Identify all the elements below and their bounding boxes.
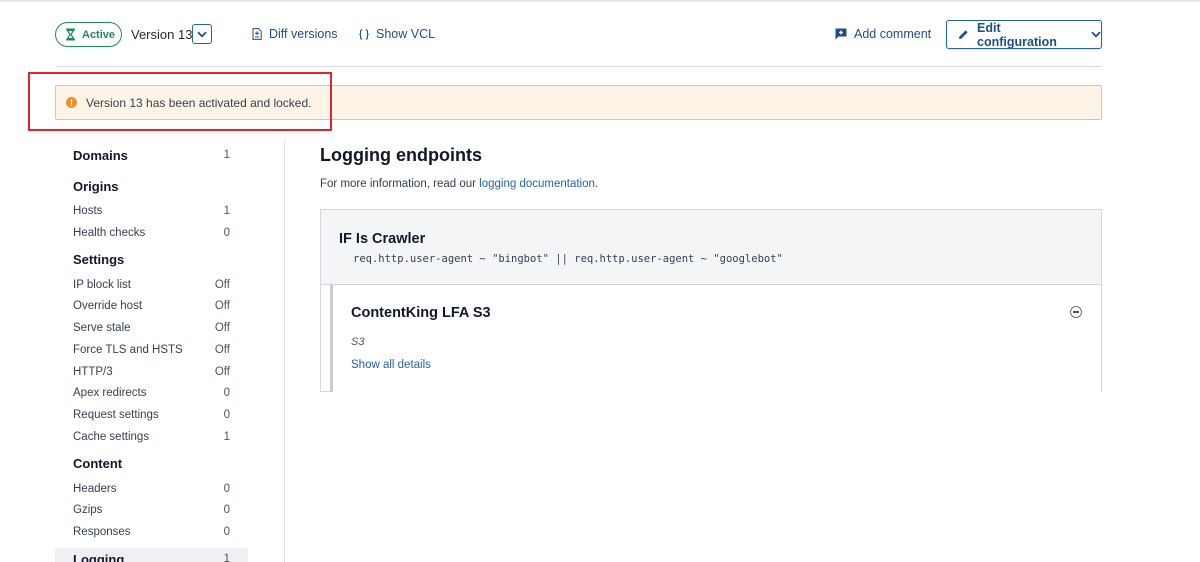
sidebar-item-health-checks[interactable]: Health checks 0 — [55, 222, 248, 244]
remove-endpoint-icon[interactable] — [1070, 306, 1082, 318]
sidebar-item-cache-settings[interactable]: Cache settings 1 — [55, 426, 248, 448]
sidebar-item-settings[interactable]: Settings — [55, 249, 248, 271]
sidebar-item-force-tls-and-hsts[interactable]: Force TLS and HSTS Off — [55, 339, 248, 361]
status-badge: Active — [55, 22, 122, 47]
sidebar-item-count: 0 — [223, 504, 230, 517]
sidebar-item-label: Force TLS and HSTS — [73, 343, 183, 356]
sidebar-item-hosts[interactable]: Hosts 1 — [55, 200, 248, 222]
annotation-highlight-box — [28, 72, 332, 131]
sidebar-item-label: Origins — [73, 178, 119, 194]
version-header: Active Version 13 Diff versions Show VCL — [55, 20, 1102, 49]
page-title: Logging endpoints — [320, 145, 482, 165]
sidebar-item-label: Content — [73, 456, 123, 472]
code-braces-icon — [359, 28, 369, 40]
chevron-down-icon — [197, 31, 207, 37]
info-prefix: For more information, read our — [320, 178, 480, 190]
condition-code: req.http.user-agent ~ "bingbot" || req.h… — [353, 253, 783, 265]
header-divider — [55, 66, 1102, 67]
sidebar-item-count: 0 — [223, 387, 230, 400]
sidebar-item-serve-stale[interactable]: Serve stale Off — [55, 317, 248, 339]
sidebar-item-label: Gzips — [73, 504, 103, 517]
sidebar-item-request-settings[interactable]: Request settings 0 — [55, 404, 248, 426]
sidebar-item-ip-block-list[interactable]: IP block list Off — [55, 274, 248, 296]
sidebar-item-headers[interactable]: Headers 0 — [55, 478, 248, 500]
show-vcl-label: Show VCL — [376, 27, 436, 41]
show-all-details-link[interactable]: Show all details — [351, 359, 431, 371]
sidebar-item-label: Override host — [73, 300, 143, 313]
sidebar-item-count: 0 — [223, 482, 230, 495]
sidebar-item-override-host[interactable]: Override host Off — [55, 295, 248, 317]
info-suffix: . — [594, 178, 599, 190]
condition-title: IF Is Crawler — [339, 231, 426, 247]
info-text: For more information, read our logging d… — [320, 178, 598, 190]
sidebar-item-label: Serve stale — [73, 322, 131, 335]
logging-documentation-link[interactable]: logging documentation — [479, 178, 595, 190]
diff-versions-link[interactable]: Diff versions — [252, 27, 338, 41]
sidebar-item-label: Hosts — [73, 205, 103, 217]
sidebar-item-label: Settings — [73, 252, 125, 268]
sidebar-item-label: Apex redirects — [73, 387, 147, 400]
sidebar-item-label: IP block list — [73, 278, 131, 291]
file-diff-icon — [252, 28, 262, 40]
show-vcl-link[interactable]: Show VCL — [359, 27, 435, 41]
sidebar-item-label: Headers — [73, 482, 117, 495]
version-label: Version 13 — [131, 27, 193, 42]
sidebar-item-label: Domains — [73, 147, 128, 163]
sidebar-item-count: 1 — [223, 205, 230, 217]
status-icon — [66, 28, 75, 41]
sidebar-item-count: Off — [214, 278, 230, 291]
sidebar-item-gzips[interactable]: Gzips 0 — [55, 499, 248, 521]
sidebar-item-apex-redirects[interactable]: Apex redirects 0 — [55, 382, 248, 404]
sidebar-item-domains[interactable]: Domains 1 — [55, 144, 248, 166]
endpoint-name: ContentKing LFA S3 — [351, 305, 491, 321]
condition-header: IF Is Crawler req.http.user-agent ~ "bin… — [321, 210, 1101, 285]
endpoint-type: S3 — [351, 336, 365, 348]
sidebar-item-label: Request settings — [73, 408, 159, 421]
logging-endpoint-item: ContentKing LFA S3 S3 Show all details — [330, 285, 1101, 392]
version-dropdown-button[interactable] — [192, 24, 212, 44]
add-comment-link[interactable]: Add comment — [835, 27, 931, 41]
sidebar-item-content[interactable]: Content — [55, 453, 248, 475]
sidebar-item-http-3[interactable]: HTTP/3 Off — [55, 361, 248, 383]
sidebar-item-label: Logging — [73, 551, 125, 562]
add-comment-label: Add comment — [854, 27, 932, 41]
sidebar-item-label: HTTP/3 — [73, 365, 113, 378]
sidebar-item-count: 1 — [223, 430, 230, 443]
sidebar-divider — [284, 140, 285, 562]
sidebar-item-origins[interactable]: Origins — [55, 175, 248, 197]
edit-configuration-label: Edit configuration — [977, 20, 1057, 49]
chevron-down-icon — [1091, 31, 1101, 38]
diff-versions-label: Diff versions — [269, 27, 338, 41]
sidebar-item-responses[interactable]: Responses 0 — [55, 521, 248, 543]
sidebar-item-count: 0 — [223, 226, 230, 239]
status-label: Active — [82, 28, 116, 41]
sidebar-item-count: Off — [214, 300, 230, 313]
sidebar-item-count: 0 — [223, 526, 230, 538]
comment-add-icon — [835, 28, 847, 40]
sidebar-item-count: 0 — [223, 408, 230, 421]
sidebar-item-count: 1 — [223, 553, 230, 562]
sidebar-item-count: Off — [214, 365, 230, 378]
sidebar-item-logging[interactable]: Logging 1 — [55, 548, 248, 562]
sidebar-item-count: Off — [214, 343, 230, 356]
condition-card: IF Is Crawler req.http.user-agent ~ "bin… — [320, 209, 1102, 392]
sidebar-item-label: Health checks — [73, 226, 146, 239]
pencil-icon — [958, 29, 969, 40]
sidebar-item-count: Off — [214, 322, 230, 335]
edit-configuration-button[interactable]: Edit configuration — [946, 20, 1102, 49]
sidebar-item-label: Cache settings — [73, 430, 150, 443]
sidebar-item-label: Responses — [73, 526, 131, 538]
sidebar-item-count: 1 — [223, 149, 230, 161]
top-rule — [0, 0, 1200, 2]
